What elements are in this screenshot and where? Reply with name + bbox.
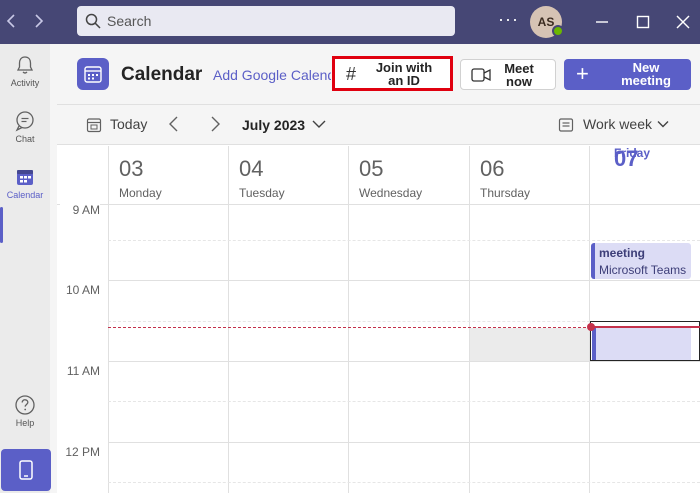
day-name: Friday <box>614 146 651 160</box>
back-arrow-icon[interactable] <box>2 11 22 31</box>
title-bar: Search ··· AS <box>0 0 700 44</box>
join-with-id-label: Join with an ID <box>375 60 433 88</box>
past-time-block <box>470 328 589 361</box>
day-number: 04 <box>239 156 264 181</box>
phone-icon <box>19 460 33 480</box>
column-divider <box>348 146 349 493</box>
day-number: 03 <box>119 156 144 181</box>
calendar-app-icon <box>77 58 109 90</box>
search-placeholder: Search <box>107 13 152 29</box>
rail-item-activity[interactable]: Activity <box>0 54 50 110</box>
calendar-icon <box>17 170 33 185</box>
left-rail: Activity Chat Calendar Help <box>0 44 51 493</box>
view-label: Work week <box>583 116 652 132</box>
rail-label-activity: Activity <box>10 78 40 88</box>
day-header-wednesday[interactable]: 05 Wednesday <box>348 146 469 204</box>
today-label: Today <box>110 116 148 132</box>
day-name: Wednesday <box>359 186 423 200</box>
day-name: Thursday <box>480 186 531 200</box>
minimize-icon[interactable] <box>592 12 612 32</box>
rail-item-help[interactable]: Help <box>0 394 50 450</box>
add-google-calendar-link[interactable]: Add Google Calendar <box>213 67 331 83</box>
join-with-id-button[interactable]: # Join with an ID <box>332 56 453 91</box>
calendar-event[interactable]: meeting Microsoft Teams <box>591 243 691 279</box>
hour-line <box>108 280 700 281</box>
half-hour-line <box>108 482 700 483</box>
current-time-line-today <box>591 326 700 328</box>
chevron-down-icon[interactable] <box>656 117 670 131</box>
time-label-11am: 11 AM <box>60 364 100 378</box>
plus-icon: + <box>576 61 589 86</box>
column-divider <box>108 146 109 493</box>
maximize-icon[interactable] <box>633 12 653 32</box>
column-divider <box>228 146 229 493</box>
more-options-icon[interactable]: ··· <box>498 9 519 30</box>
rail-label-chat: Chat <box>15 134 35 144</box>
day-header-monday[interactable]: 03 Monday <box>108 146 228 204</box>
help-icon <box>15 395 35 415</box>
new-meeting-button[interactable]: + New meeting <box>564 59 691 90</box>
forward-arrow-icon[interactable] <box>28 11 48 31</box>
rail-label-calendar: Calendar <box>6 190 44 200</box>
half-hour-line <box>108 240 700 241</box>
day-number: 05 <box>359 156 384 181</box>
search-input[interactable]: Search <box>77 6 455 36</box>
current-time-line <box>108 327 591 328</box>
calendar-today-icon <box>86 118 102 133</box>
day-header-thursday[interactable]: 06 Thursday <box>469 146 589 204</box>
rail-item-chat[interactable]: Chat <box>0 110 50 166</box>
time-label-12pm: 12 PM <box>60 445 100 459</box>
day-header-friday[interactable]: 07 Friday <box>589 146 700 204</box>
previous-week-icon[interactable] <box>166 114 182 134</box>
chat-icon <box>15 111 34 132</box>
day-number: 06 <box>480 156 505 181</box>
month-selector[interactable]: July 2023 <box>242 117 305 133</box>
presence-available-icon <box>552 25 564 37</box>
event-title: meeting <box>599 246 646 260</box>
day-name: Monday <box>119 186 162 200</box>
page-title: Calendar <box>121 64 203 85</box>
column-divider <box>469 146 470 493</box>
time-label-9am: 9 AM <box>60 203 100 217</box>
meet-now-label: Meet now <box>504 61 534 89</box>
column-divider <box>589 146 590 493</box>
chevron-down-icon[interactable] <box>311 116 327 132</box>
event-location: Microsoft Teams <box>599 263 687 277</box>
new-meeting-label: New meeting <box>621 60 671 88</box>
header-row-divider <box>57 204 700 205</box>
hour-line <box>108 361 700 362</box>
hash-icon: # <box>346 64 357 84</box>
hour-line <box>108 442 700 443</box>
time-label-10am: 10 AM <box>60 283 100 297</box>
rail-item-calendar[interactable]: Calendar <box>0 166 50 222</box>
meet-now-button[interactable]: Meet now <box>460 59 556 90</box>
day-header-tuesday[interactable]: 04 Tuesday <box>228 146 348 204</box>
close-icon[interactable] <box>673 12 693 32</box>
current-time-dot <box>587 323 595 331</box>
video-camera-icon <box>471 68 491 82</box>
next-week-icon[interactable] <box>207 114 223 134</box>
search-icon <box>85 13 101 29</box>
mobile-app-button[interactable] <box>1 449 51 491</box>
header-divider <box>57 104 700 105</box>
work-week-icon <box>558 118 574 132</box>
bell-icon <box>16 56 34 74</box>
half-hour-line <box>108 401 700 402</box>
rail-label-help: Help <box>15 418 35 428</box>
day-name: Tuesday <box>239 186 285 200</box>
